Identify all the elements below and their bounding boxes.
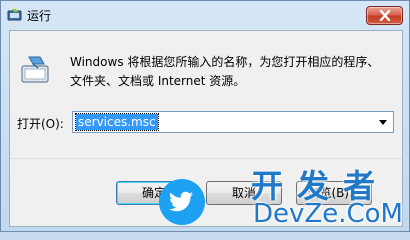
command-input-value[interactable]: services.msc: [75, 113, 159, 131]
chevron-down-icon: [379, 120, 387, 125]
close-icon: [379, 10, 391, 21]
watermark-english-text: DevZe.CoM: [253, 199, 403, 229]
site-watermark: 开发者 DevZe.CoM: [151, 161, 410, 233]
title-bar[interactable]: 运行: [1, 1, 409, 29]
run-program-icon: [20, 54, 52, 86]
description-text: Windows 将根据您所输入的名称，为您打开相应的程序、文件夹、文档或 Int…: [70, 55, 380, 88]
command-combobox[interactable]: services.msc: [72, 111, 394, 133]
window-title: 运行: [27, 9, 52, 23]
run-dialog-window: 运行 Windows 将根据您所输入的名称，为您打开相应的程序、文件夹、文档或 …: [0, 0, 410, 232]
close-button[interactable]: [366, 6, 403, 25]
open-label: 打开(O):: [17, 117, 64, 131]
twitter-bird-icon: [159, 179, 205, 225]
run-app-icon: [7, 7, 23, 23]
dropdown-arrow-button[interactable]: [375, 113, 391, 131]
